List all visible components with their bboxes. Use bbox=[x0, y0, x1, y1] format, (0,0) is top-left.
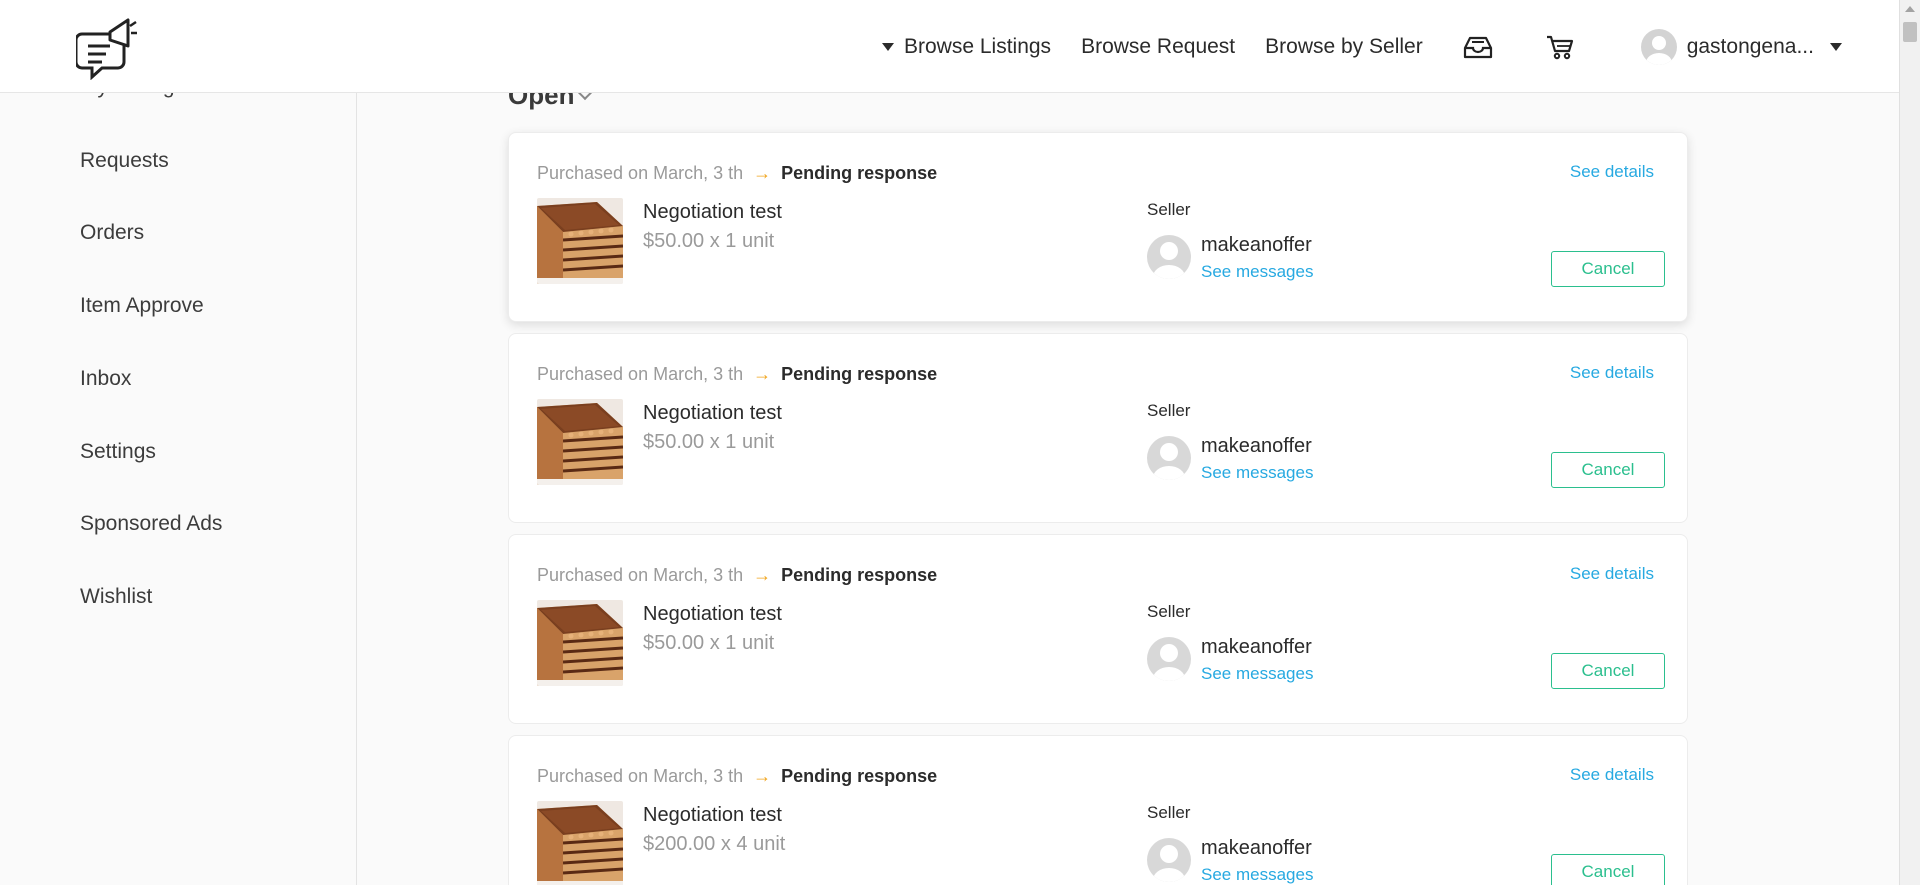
product-title[interactable]: Negotiation test bbox=[643, 603, 782, 626]
logo-icon[interactable] bbox=[74, 14, 138, 81]
user-name: gastongena... bbox=[1686, 34, 1814, 58]
product-price: $200.00 x 4 unit bbox=[643, 833, 786, 855]
caret-down-icon bbox=[882, 42, 894, 51]
main-nav: Browse Listings Browse Request Browse by… bbox=[882, 0, 1852, 93]
product-title[interactable]: Negotiation test bbox=[643, 402, 782, 425]
purchase-date: Purchased on March, 3 th bbox=[537, 163, 744, 183]
see-messages-link[interactable]: See messages bbox=[1201, 262, 1313, 282]
product-image[interactable] bbox=[537, 399, 623, 485]
sidebar-item-orders[interactable]: Orders bbox=[80, 221, 144, 245]
status-badge: Pending response bbox=[781, 163, 938, 183]
inbox-tray-icon[interactable] bbox=[1461, 30, 1495, 64]
caret-down-icon bbox=[1829, 42, 1842, 51]
avatar bbox=[1147, 436, 1191, 480]
sidebar-item-requests[interactable]: Requests bbox=[80, 149, 169, 173]
nav-browse-request[interactable]: Browse Request bbox=[1081, 35, 1235, 59]
see-messages-link[interactable]: See messages bbox=[1201, 865, 1313, 885]
product-price: $50.00 x 1 unit bbox=[643, 632, 775, 654]
status-badge: Pending response bbox=[781, 766, 938, 786]
arrow-right-icon: → bbox=[753, 565, 772, 585]
status-badge: Pending response bbox=[781, 364, 938, 384]
see-messages-link[interactable]: See messages bbox=[1201, 463, 1313, 483]
order-card: Purchased on March, 3 th → Pending respo… bbox=[508, 333, 1688, 523]
seller-name[interactable]: makeanoffer bbox=[1201, 435, 1312, 458]
purchase-date: Purchased on March, 3 th bbox=[537, 766, 744, 786]
status-badge: Pending response bbox=[781, 565, 938, 585]
arrow-right-icon: → bbox=[753, 766, 772, 786]
product-image[interactable] bbox=[537, 600, 623, 686]
seller-label: Seller bbox=[1147, 602, 1191, 621]
sidebar: My Listings Requests Orders Item Approve… bbox=[0, 0, 357, 885]
purchase-date: Purchased on March, 3 th bbox=[537, 565, 744, 585]
order-card: Purchased on March, 3 th → Pending respo… bbox=[508, 132, 1688, 322]
cancel-button[interactable]: Cancel bbox=[1551, 251, 1665, 287]
product-image[interactable] bbox=[537, 198, 623, 284]
product-title[interactable]: Negotiation test bbox=[643, 201, 782, 224]
main-content: Open Purchased on March, 3 th → Pending … bbox=[358, 0, 1898, 885]
cart-icon[interactable] bbox=[1543, 30, 1577, 64]
avatar bbox=[1640, 28, 1677, 65]
purchase-info: Purchased on March, 3 th → Pending respo… bbox=[537, 364, 937, 385]
sidebar-item-item-approve[interactable]: Item Approve bbox=[80, 294, 204, 318]
arrow-right-icon: → bbox=[753, 163, 772, 183]
avatar bbox=[1147, 637, 1191, 681]
cancel-button[interactable]: Cancel bbox=[1551, 452, 1665, 488]
purchase-info: Purchased on March, 3 th → Pending respo… bbox=[537, 565, 937, 586]
scrollbar[interactable] bbox=[1899, 0, 1920, 885]
order-card: Purchased on March, 3 th → Pending respo… bbox=[508, 534, 1688, 724]
cancel-button[interactable]: Cancel bbox=[1551, 653, 1665, 689]
sidebar-item-settings[interactable]: Settings bbox=[80, 440, 156, 464]
see-details-link[interactable]: See details bbox=[1570, 162, 1654, 182]
user-menu[interactable]: gastongena... bbox=[1640, 28, 1852, 65]
seller-name[interactable]: makeanoffer bbox=[1201, 234, 1312, 257]
nav-browse-by-seller[interactable]: Browse by Seller bbox=[1265, 35, 1423, 59]
see-messages-link[interactable]: See messages bbox=[1201, 664, 1313, 684]
scroll-up-arrow-icon[interactable] bbox=[1905, 6, 1915, 12]
nav-browse-listings-label: Browse Listings bbox=[904, 34, 1052, 58]
nav-browse-listings[interactable]: Browse Listings bbox=[882, 35, 1051, 59]
sidebar-item-sponsored-ads[interactable]: Sponsored Ads bbox=[80, 512, 222, 536]
seller-label: Seller bbox=[1147, 803, 1191, 822]
see-details-link[interactable]: See details bbox=[1570, 363, 1654, 383]
see-details-link[interactable]: See details bbox=[1570, 765, 1654, 785]
purchase-info: Purchased on March, 3 th → Pending respo… bbox=[537, 163, 937, 184]
seller-label: Seller bbox=[1147, 200, 1191, 219]
sidebar-item-inbox[interactable]: Inbox bbox=[80, 367, 131, 391]
scroll-thumb[interactable] bbox=[1903, 22, 1917, 42]
seller-name[interactable]: makeanoffer bbox=[1201, 837, 1312, 860]
app: My Listings Requests Orders Item Approve… bbox=[0, 0, 1920, 885]
product-price: $50.00 x 1 unit bbox=[643, 230, 775, 252]
seller-name[interactable]: makeanoffer bbox=[1201, 636, 1312, 659]
avatar bbox=[1147, 235, 1191, 279]
product-image[interactable] bbox=[537, 801, 623, 885]
order-card: Purchased on March, 3 th → Pending respo… bbox=[508, 735, 1688, 885]
purchase-date: Purchased on March, 3 th bbox=[537, 364, 744, 384]
see-details-link[interactable]: See details bbox=[1570, 564, 1654, 584]
sidebar-item-wishlist[interactable]: Wishlist bbox=[80, 585, 152, 609]
avatar bbox=[1147, 838, 1191, 882]
cancel-button[interactable]: Cancel bbox=[1551, 854, 1665, 885]
product-price: $50.00 x 1 unit bbox=[643, 431, 775, 453]
arrow-right-icon: → bbox=[753, 364, 772, 384]
top-navbar: Browse Listings Browse Request Browse by… bbox=[0, 0, 1899, 93]
purchase-info: Purchased on March, 3 th → Pending respo… bbox=[537, 766, 937, 787]
product-title[interactable]: Negotiation test bbox=[643, 804, 782, 827]
seller-label: Seller bbox=[1147, 401, 1191, 420]
